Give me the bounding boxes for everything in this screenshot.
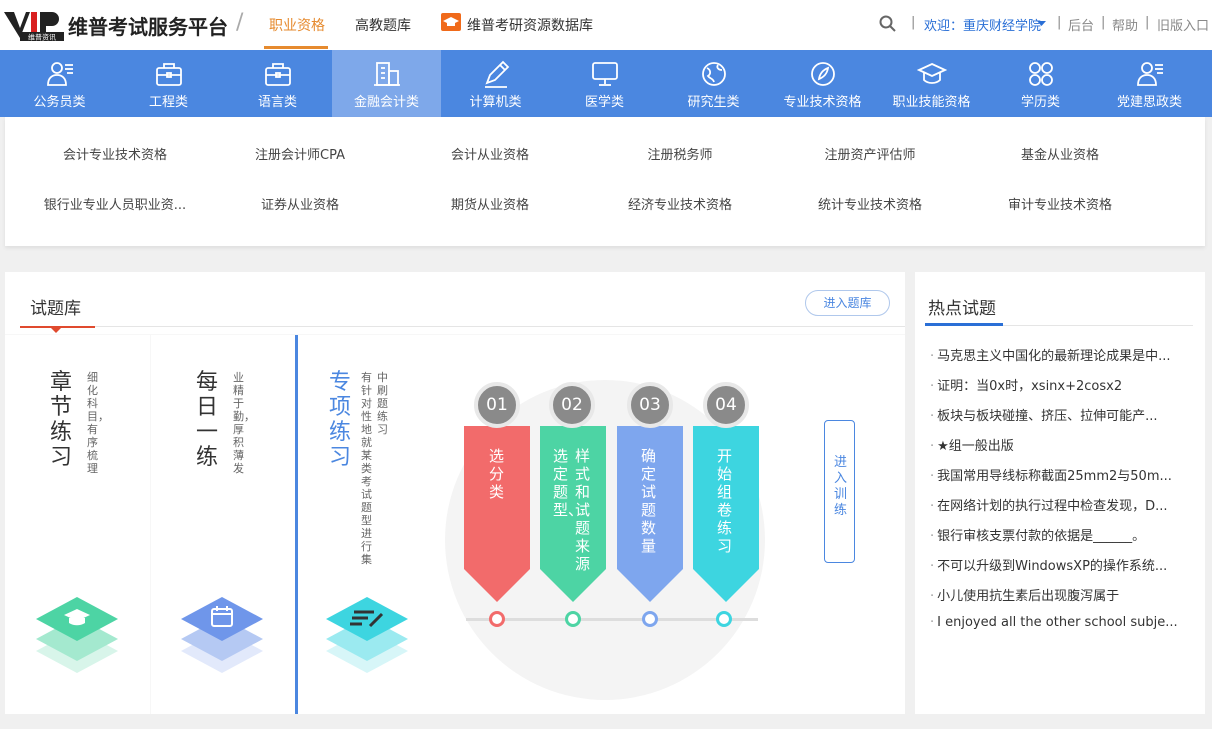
subcategory-item[interactable]: 会计专业技术资格 xyxy=(20,144,210,163)
cat-computer[interactable]: 计算机类 xyxy=(441,50,550,117)
cat-professional-tech[interactable]: 专业技术资格 xyxy=(768,50,877,117)
top-header: 维普资讯 维普考试服务平台 / 职业资格 高教题库 维普考研资源数据库 | 欢迎… xyxy=(0,0,1212,50)
cat-civil-servant[interactable]: 公务员类 xyxy=(5,50,114,117)
briefcase-icon xyxy=(156,63,182,86)
separator: / xyxy=(236,10,244,35)
calendar-icon xyxy=(181,597,263,673)
search-icon[interactable] xyxy=(879,15,896,32)
admin-link[interactable]: 后台 xyxy=(1068,15,1094,34)
step-label: 开始组卷练习 xyxy=(717,447,733,555)
subcategory-item[interactable]: 经济专业技术资格 xyxy=(585,194,775,213)
chevron-down-icon[interactable] xyxy=(1037,21,1046,27)
step-number: 04 xyxy=(703,382,749,428)
step-dot xyxy=(716,611,732,627)
graduation-cap-icon xyxy=(917,63,947,84)
graduation-cap-icon xyxy=(36,597,118,673)
person-icon xyxy=(1137,62,1163,86)
welcome-user[interactable]: 欢迎：重庆财经学院 xyxy=(924,15,1041,34)
subcategory-item[interactable]: 统计专业技术资格 xyxy=(775,194,965,213)
step-dot xyxy=(489,611,505,627)
subcategory-item[interactable]: 银行业专业人员职业资... xyxy=(20,194,210,213)
step-timeline xyxy=(466,618,758,621)
hot-question-item[interactable]: · ★组一般出版 xyxy=(930,435,1192,454)
card-title[interactable]: 专项练习 xyxy=(329,370,354,470)
cat-vocational-skills[interactable]: 职业技能资格 xyxy=(877,50,986,117)
subcategory-item[interactable]: 注册会计师CPA xyxy=(205,144,395,163)
site-name: 维普考试服务平台 xyxy=(68,15,228,39)
subcategory-panel: 会计专业技术资格 注册会计师CPA 会计从业资格 注册税务师 注册资产评估师 基… xyxy=(5,117,1205,246)
cat-postgraduate[interactable]: 研究生类 xyxy=(659,50,768,117)
enter-bank-button[interactable]: 进入题库 xyxy=(805,290,890,316)
hot-question-item[interactable]: · 我国常用导线标称截面25mm2与50m... xyxy=(930,465,1192,484)
compass-icon xyxy=(811,62,835,86)
monitor-icon xyxy=(592,62,618,86)
section-title: 热点试题 xyxy=(928,299,996,319)
card-daily-practice[interactable]: 每日一练 业精于勤，厚积薄发 xyxy=(151,335,295,714)
cat-finance-accounting[interactable]: 金融会计类 xyxy=(332,50,441,117)
hot-questions-panel: 热点试题 · 马克思主义中国化的最新理论成果是中... · 证明：当0x时，xsin… xyxy=(915,272,1205,714)
subcategory-item[interactable]: 基金从业资格 xyxy=(965,144,1155,163)
cat-medicine[interactable]: 医学类 xyxy=(550,50,659,117)
step-number: 01 xyxy=(474,382,520,428)
cat-engineering[interactable]: 工程类 xyxy=(114,50,223,117)
person-icon xyxy=(47,62,73,86)
subcategory-item[interactable]: 注册税务师 xyxy=(585,144,775,163)
subcategory-item[interactable]: 期货从业资格 xyxy=(395,194,585,213)
card-desc: 有针对性地就某类考试题型进行集 xyxy=(361,371,372,566)
hot-question-item[interactable]: · 在网络计划的执行过程中检查发现，D... xyxy=(930,495,1192,514)
cat-party-ideology[interactable]: 党建思政类 xyxy=(1095,50,1204,117)
tab-zhiye[interactable]: 职业资格 xyxy=(269,15,325,35)
subcategory-item[interactable]: 注册资产评估师 xyxy=(775,144,965,163)
hot-question-item[interactable]: · 马克思主义中国化的最新理论成果是中... xyxy=(930,345,1192,364)
building-icon xyxy=(374,62,400,86)
cat-language[interactable]: 语言类 xyxy=(223,50,332,117)
globe-icon xyxy=(702,62,726,86)
card-title: 章节练习 xyxy=(50,370,73,470)
step-number: 03 xyxy=(627,382,673,428)
grid-circles-icon xyxy=(1029,62,1053,86)
tab-gaojiao[interactable]: 高教题库 xyxy=(355,15,411,35)
enter-training-button[interactable]: 进入训练 xyxy=(824,420,855,563)
subcategory-item[interactable]: 审计专业技术资格 xyxy=(965,194,1155,213)
step-label: 选定题型、 xyxy=(553,447,584,519)
card-desc: 中刷题练习 xyxy=(377,371,388,436)
card-chapter-practice[interactable]: 章节练习 细化科目，有序梳理 xyxy=(5,335,150,714)
question-bank-panel: 试题库 进入题库 章节练习 细化科目，有序梳理 每日一练 业精于勤，厚积薄发 专… xyxy=(5,272,905,714)
step-label: 样式和试题来源 xyxy=(575,447,591,573)
tab-kaoyan-db[interactable]: 维普考研资源数据库 xyxy=(467,15,593,35)
category-bar: 公务员类 工程类 语言类 金融会计类 计算机类 医学类 研究生类 专业技术资格 … xyxy=(0,50,1212,117)
card-title: 每日一练 xyxy=(196,370,219,470)
vip-logo[interactable]: 维普资讯 xyxy=(4,8,66,42)
subcategory-item[interactable]: 证券从业资格 xyxy=(205,194,395,213)
pencil-icon xyxy=(485,60,510,88)
step-number: 02 xyxy=(549,382,595,428)
pen-lines-icon xyxy=(326,597,408,673)
briefcase-icon xyxy=(265,63,291,86)
hot-question-item[interactable]: · 小儿使用抗生素后出现腹泻属于 xyxy=(930,585,1192,604)
step-label: 确定试题数量 xyxy=(641,447,657,555)
help-link[interactable]: 帮助 xyxy=(1112,15,1138,34)
step-dot xyxy=(565,611,581,627)
section-title: 试题库 xyxy=(30,299,81,319)
hot-question-item[interactable]: · 证明：当0x时，xsinx+2cosx2 xyxy=(930,375,1192,394)
hot-question-item[interactable]: · I enjoyed all the other school subje... xyxy=(930,615,1192,630)
card-desc: 细化科目，有序梳理 xyxy=(87,371,109,475)
hot-question-item[interactable]: · 不可以升级到WindowsXP的操作系统... xyxy=(930,555,1192,574)
step-label: 选分类 xyxy=(489,447,505,501)
graduation-cap-icon xyxy=(441,13,461,31)
svg-text:维普资讯: 维普资讯 xyxy=(28,33,56,42)
cat-education[interactable]: 学历类 xyxy=(986,50,1095,117)
card-desc: 业精于勤，厚积薄发 xyxy=(233,371,255,475)
step-dot xyxy=(642,611,658,627)
hot-question-item[interactable]: · 板块与板块碰撞、挤压、拉伸可能产... xyxy=(930,405,1192,424)
old-version-link[interactable]: 旧版入口 xyxy=(1157,15,1209,34)
tab-active-underline xyxy=(264,46,328,49)
hot-question-item[interactable]: · 银行审核支票付款的依据是______。 xyxy=(930,525,1192,544)
subcategory-item[interactable]: 会计从业资格 xyxy=(395,144,585,163)
